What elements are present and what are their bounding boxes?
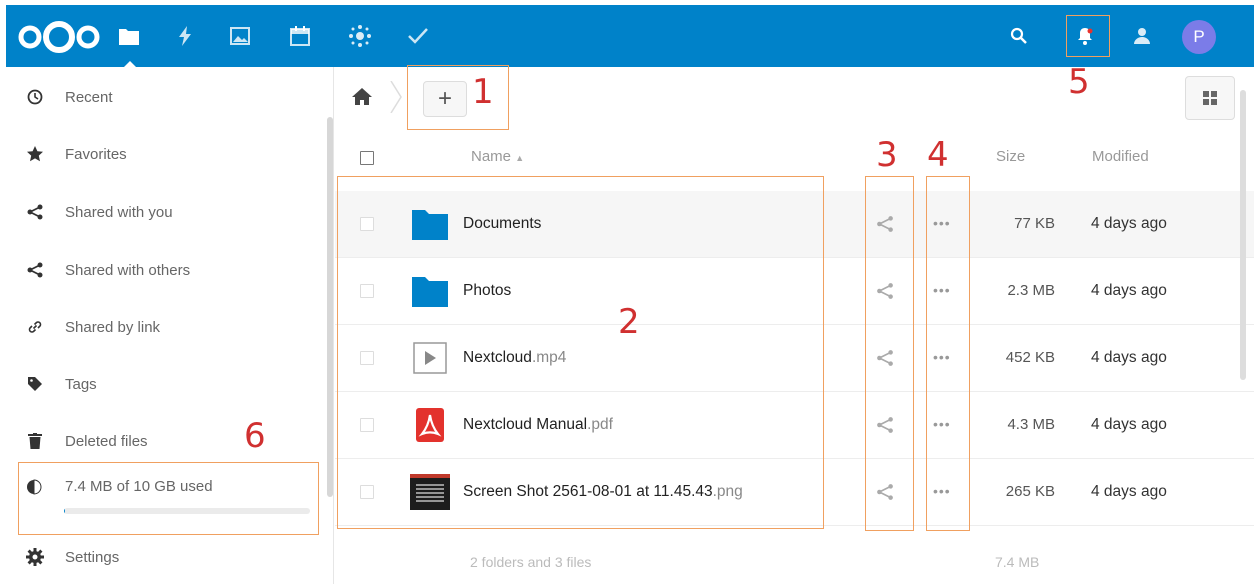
sidebar-item-shared-with-you[interactable]: Shared with you: [6, 192, 326, 232]
annotation-box-5: [1066, 15, 1110, 57]
files-icon[interactable]: [114, 21, 144, 51]
annotation-number-4: 4: [927, 135, 949, 175]
clock-icon: [26, 88, 44, 106]
column-modified-header[interactable]: Modified: [1092, 148, 1149, 165]
sidebar-item-label: Recent: [65, 88, 113, 106]
sort-ascending-icon: ▲: [515, 153, 525, 163]
annotation-number-5: 5: [1068, 62, 1090, 102]
file-size: 2.3 MB: [1007, 282, 1055, 299]
tag-icon: [26, 375, 44, 393]
file-modified: 4 days ago: [1091, 483, 1167, 500]
annotation-box-6: [18, 462, 319, 535]
gear-icon: [26, 548, 44, 566]
sidebar-item-label: Shared by link: [65, 318, 161, 336]
sidebar-item-settings[interactable]: Settings: [6, 537, 326, 577]
sidebar-item-favorites[interactable]: Favorites: [6, 134, 326, 174]
sidebar-item-tags[interactable]: Tags: [6, 364, 326, 404]
file-modified: 4 days ago: [1091, 215, 1167, 232]
share-icon: [26, 203, 44, 221]
avatar-letter: P: [1193, 27, 1205, 46]
avatar[interactable]: P: [1182, 20, 1216, 54]
column-name-label: Name: [471, 148, 512, 165]
search-icon[interactable]: [1004, 21, 1034, 51]
annotation-number-2: 2: [618, 302, 640, 342]
summary-text: 2 folders and 3 files: [470, 554, 592, 570]
grid-view-button[interactable]: [1185, 76, 1235, 120]
annotation-box-4: [926, 176, 970, 531]
breadcrumb-separator: [390, 81, 402, 113]
file-modified: 4 days ago: [1091, 416, 1167, 433]
sidebar-item-deleted-files[interactable]: Deleted files: [6, 421, 326, 461]
sidebar-item-label: Settings: [65, 548, 120, 566]
circles-icon[interactable]: [345, 21, 375, 51]
file-size: 265 KB: [1005, 483, 1055, 500]
trash-icon: [26, 432, 44, 450]
gallery-icon[interactable]: [225, 21, 255, 51]
sidebar-item-label: Shared with you: [65, 203, 173, 221]
activity-icon[interactable]: [170, 21, 200, 51]
sidebar-item-shared-by-link[interactable]: Shared by link: [6, 307, 326, 347]
sidebar-scrollbar[interactable]: [327, 117, 333, 497]
annotation-number-6: 6: [244, 416, 266, 456]
file-modified: 4 days ago: [1091, 349, 1167, 366]
sidebar-item-label: Favorites: [65, 145, 127, 163]
summary-total-size: 7.4 MB: [995, 554, 1040, 570]
main-scrollbar[interactable]: [1240, 90, 1246, 380]
annotation-box-3: [865, 176, 914, 531]
grid-icon: [1203, 91, 1217, 105]
table-header: Name ▲ Size Modified: [335, 137, 1254, 177]
sidebar-item-label: Shared with others: [65, 261, 191, 279]
file-size: 452 KB: [1005, 349, 1055, 366]
file-modified: 4 days ago: [1091, 282, 1167, 299]
select-all-checkbox[interactable]: [360, 151, 374, 165]
file-summary: 2 folders and 3 files 7.4 MB: [335, 541, 1254, 581]
column-size-header[interactable]: Size: [996, 148, 1025, 165]
sidebar-item-label: Deleted files: [65, 432, 148, 450]
sidebar-item-shared-with-others[interactable]: Shared with others: [6, 250, 326, 290]
link-icon: [26, 318, 44, 336]
calendar-icon[interactable]: [285, 21, 315, 51]
annotation-box-1: [407, 65, 509, 130]
annotation-number-1: 1: [472, 72, 494, 112]
column-name-header[interactable]: Name ▲: [471, 148, 524, 165]
nextcloud-logo[interactable]: [14, 17, 104, 55]
file-size: 77 KB: [1014, 215, 1055, 232]
star-icon: [26, 145, 44, 163]
sidebar-item-label: Tags: [65, 375, 97, 393]
annotation-box-2: [337, 176, 824, 529]
home-icon[interactable]: [352, 87, 372, 110]
contacts-icon[interactable]: [1127, 21, 1157, 51]
annotation-number-3: 3: [876, 135, 898, 175]
share-icon: [26, 261, 44, 279]
tasks-icon[interactable]: [403, 21, 433, 51]
sidebar-item-recent[interactable]: Recent: [6, 77, 326, 117]
file-size: 4.3 MB: [1007, 416, 1055, 433]
